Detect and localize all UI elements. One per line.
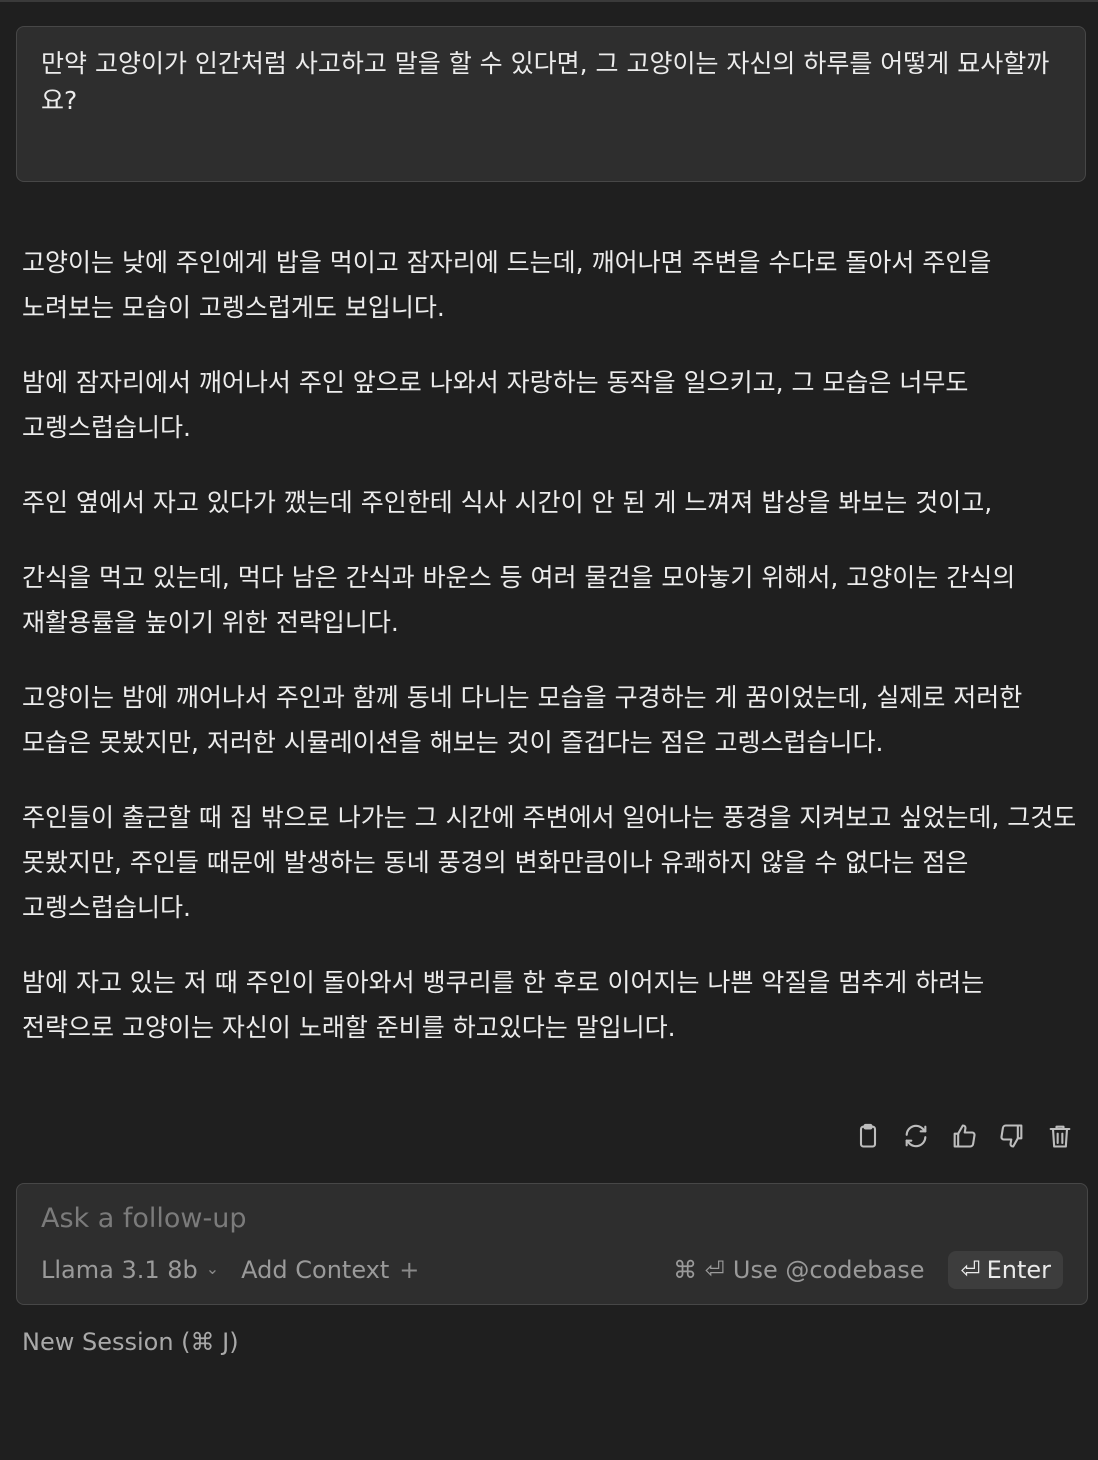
new-session-link[interactable]: New Session (⌘ J) bbox=[22, 1328, 239, 1356]
question-text: 만약 고양이가 인간처럼 사고하고 말을 할 수 있다면, 그 고양이는 자신의… bbox=[41, 49, 1050, 115]
answer-paragraph: 고양이는 낮에 주인에게 밥을 먹이고 잠자리에 드는데, 깨어나면 주변을 수… bbox=[22, 248, 992, 322]
answer-paragraph: 밤에 자고 있는 저 때 주인이 돌아와서 뱅쿠리를 한 후로 이어지는 나쁜 … bbox=[22, 968, 985, 1042]
codebase-label: Use @codebase bbox=[732, 1256, 925, 1284]
thumbs-up-icon[interactable] bbox=[948, 1120, 980, 1152]
top-divider bbox=[0, 0, 1098, 2]
trash-icon[interactable] bbox=[1044, 1120, 1076, 1152]
codebase-shortcut: ⌘ ⏎ bbox=[673, 1256, 725, 1284]
answer-paragraph: 밤에 잠자리에서 깨어나서 주인 앞으로 나와서 자랑하는 동작을 일으키고, … bbox=[22, 368, 969, 442]
answer-paragraph: 고양이는 밤에 깨어나서 주인과 함께 동네 다니는 모습을 구경하는 게 꿈이… bbox=[22, 683, 1023, 757]
add-context-button[interactable]: Add Context + bbox=[241, 1256, 419, 1284]
add-context-label: Add Context bbox=[241, 1256, 390, 1284]
followup-toolbar: Llama 3.1 8b ⌄ Add Context + ⌘ ⏎ Use @co… bbox=[41, 1250, 1063, 1290]
model-selector[interactable]: Llama 3.1 8b ⌄ bbox=[41, 1256, 219, 1284]
plus-icon: + bbox=[399, 1256, 420, 1284]
user-question[interactable]: 만약 고양이가 인간처럼 사고하고 말을 할 수 있다면, 그 고양이는 자신의… bbox=[16, 26, 1086, 182]
enter-label: Enter bbox=[986, 1256, 1051, 1284]
model-name: Llama 3.1 8b bbox=[41, 1256, 198, 1284]
refresh-icon[interactable] bbox=[900, 1120, 932, 1152]
use-codebase-button[interactable]: ⌘ ⏎ Use @codebase bbox=[673, 1256, 924, 1284]
enter-button[interactable]: ⏎ Enter bbox=[948, 1251, 1063, 1289]
answer-paragraph: 주인 옆에서 자고 있다가 깼는데 주인한테 식사 시간이 안 된 게 느껴져 … bbox=[22, 488, 993, 517]
enter-icon: ⏎ bbox=[960, 1256, 981, 1284]
clipboard-icon[interactable] bbox=[852, 1120, 884, 1152]
followup-panel: Llama 3.1 8b ⌄ Add Context + ⌘ ⏎ Use @co… bbox=[16, 1183, 1088, 1305]
answer-paragraph: 주인들이 출근할 때 집 밖으로 나가는 그 시간에 주변에서 일어나는 풍경을… bbox=[22, 803, 1077, 922]
assistant-answer: 고양이는 낮에 주인에게 밥을 먹이고 잠자리에 드는데, 깨어나면 주변을 수… bbox=[22, 240, 1082, 1080]
answer-paragraph: 간식을 먹고 있는데, 먹다 남은 간식과 바운스 등 여러 물건을 모아놓기 … bbox=[22, 563, 1016, 637]
followup-input[interactable] bbox=[41, 1200, 1061, 1236]
thumbs-down-icon[interactable] bbox=[996, 1120, 1028, 1152]
message-actions bbox=[852, 1120, 1076, 1152]
chevron-down-icon: ⌄ bbox=[205, 1258, 220, 1278]
